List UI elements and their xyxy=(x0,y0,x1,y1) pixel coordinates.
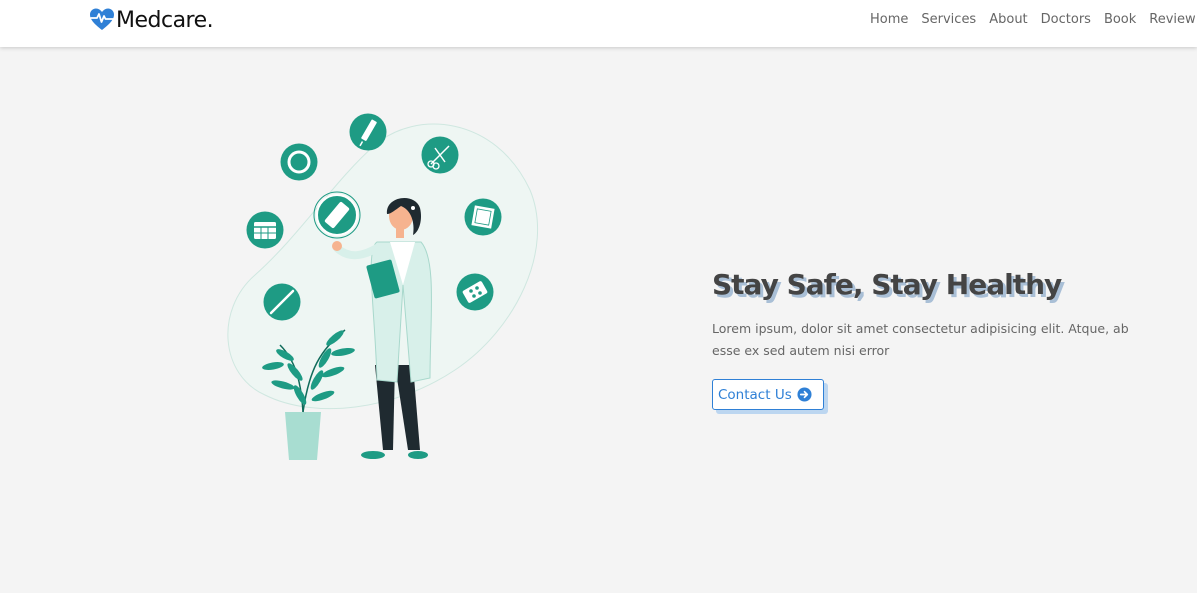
main-nav: Home Services About Doctors Book Review xyxy=(870,12,1197,27)
hero-section: Stay Safe, Stay Healthy Lorem ipsum, dol… xyxy=(712,268,1152,410)
hero-description: Lorem ipsum, dolor sit amet consectetur … xyxy=(712,321,1129,358)
contact-us-label: Contact Us xyxy=(718,386,792,403)
nav-home[interactable]: Home xyxy=(870,12,908,27)
thermometer-icon xyxy=(263,283,301,321)
site-header: Medcare. Home Services About Doctors Boo… xyxy=(0,0,1197,47)
pills-icon xyxy=(456,273,494,311)
nav-about[interactable]: About xyxy=(989,12,1027,27)
doctor-illustration xyxy=(227,113,539,460)
ring-icon xyxy=(280,143,318,181)
hero-title: Stay Safe, Stay Healthy xyxy=(712,268,1062,301)
scissors-icon xyxy=(421,136,459,174)
bandage-icon xyxy=(313,191,361,239)
gauze-icon xyxy=(464,198,502,236)
calendar-icon xyxy=(246,211,284,249)
nav-services[interactable]: Services xyxy=(921,12,976,27)
logo[interactable]: Medcare. xyxy=(89,7,214,33)
heartbeat-icon xyxy=(90,8,114,30)
nav-book[interactable]: Book xyxy=(1104,12,1136,27)
nav-review[interactable]: Review xyxy=(1149,12,1195,27)
nav-doctors[interactable]: Doctors xyxy=(1041,12,1091,27)
contact-us-button[interactable]: Contact Us xyxy=(712,379,824,410)
arrow-right-circle-icon xyxy=(797,387,812,402)
syringe-icon xyxy=(349,113,387,151)
logo-text: Medcare. xyxy=(116,7,214,33)
